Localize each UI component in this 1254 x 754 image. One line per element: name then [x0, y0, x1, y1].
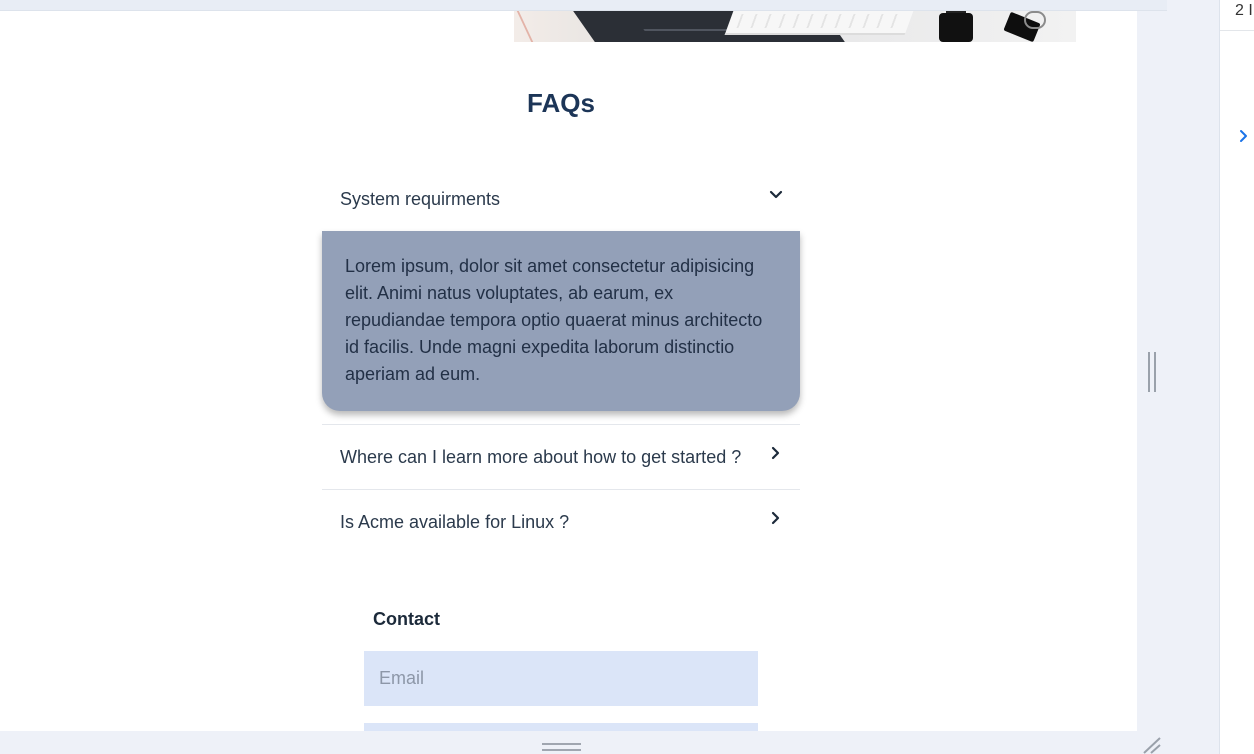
email-field[interactable]: [364, 651, 758, 706]
chevron-right-icon: [768, 510, 784, 526]
resize-grip-icon[interactable]: [1140, 735, 1162, 754]
chevron-right-icon[interactable]: [1237, 126, 1251, 146]
top-frame-strip: [0, 0, 1167, 11]
contact-title: Contact: [373, 609, 440, 629]
faq-answer: Lorem ipsum, dolor sit amet consectetur …: [322, 231, 800, 411]
hero-ink-bottle: [939, 13, 973, 42]
contact-next-field[interactable]: [364, 723, 758, 731]
faq-title: FAQs: [527, 88, 595, 118]
hero-pencil-shape: [516, 11, 546, 42]
bottom-resize-handle[interactable]: [542, 743, 581, 751]
faq-question-text: Where can I learn more about how to get …: [340, 447, 742, 467]
faq-item-linux: Is Acme available for Linux ?: [322, 489, 800, 554]
faq-question-button[interactable]: Is Acme available for Linux ?: [322, 490, 800, 554]
faq-list: System requirments Lorem ipsum, dolor si…: [322, 167, 800, 554]
side-panel: 2 I: [1219, 0, 1254, 754]
chevron-right-icon: [768, 445, 784, 461]
faq-question-text: System requirments: [340, 189, 501, 209]
hero-image: [514, 11, 1076, 42]
side-panel-count: 2 I: [1235, 2, 1253, 19]
hero-binder-clip-wire: [1024, 11, 1046, 29]
side-panel-divider: [1220, 30, 1254, 31]
faq-item-getting-started: Where can I learn more about how to get …: [322, 424, 800, 489]
faq-spacer: [322, 411, 800, 424]
faq-question-button[interactable]: System requirments: [322, 167, 800, 231]
faq-question-text: Is Acme available for Linux ?: [340, 512, 570, 532]
faq-item-system-requirements: System requirments Lorem ipsum, dolor si…: [322, 167, 800, 411]
page-viewport: FAQs System requirments Lorem ipsum, dol…: [0, 11, 1137, 731]
hero-keyboard-keys: [736, 14, 902, 28]
panel-splitter-handle[interactable]: [1148, 352, 1156, 392]
bottom-resize-bar: [0, 731, 1167, 754]
faq-question-button[interactable]: Where can I learn more about how to get …: [322, 425, 800, 489]
chevron-down-icon: [768, 187, 784, 203]
